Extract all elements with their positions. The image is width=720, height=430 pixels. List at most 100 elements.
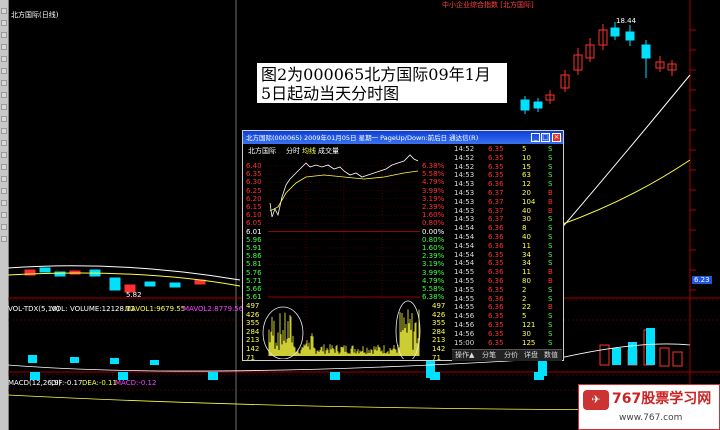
intraday-chart[interactable]: 北方国际 分时 均线 成交量 6.40 6.35 6.30 6.25 6.20 6.15 6… xyxy=(244,145,450,362)
volume-label: VOL: xyxy=(51,305,68,313)
trade-price: 6.35 xyxy=(488,162,504,171)
trade-time: 14:56 xyxy=(454,321,475,329)
trade-time: 14:54 xyxy=(454,241,475,250)
trade-direction: S xyxy=(548,180,553,189)
trade-direction: S xyxy=(548,321,553,329)
trade-row: 14:55 6.36 22 B xyxy=(452,303,562,312)
minimize-button[interactable]: _ xyxy=(531,133,540,142)
macd-dif-value: DIF:-0.17 xyxy=(51,379,83,387)
trade-direction: S xyxy=(548,338,553,347)
trade-price: 6.36 xyxy=(488,241,504,250)
trade-row: 14:55 6.36 2 S xyxy=(452,295,562,304)
trade-ticker-list[interactable]: 14:52 6.35 5 S 14:52 6.35 10 S 14:52 6.35 15 S 14:53… xyxy=(452,145,562,348)
trade-row: 14:52 6.35 15 S xyxy=(452,163,562,172)
trade-direction: S xyxy=(548,294,553,303)
trade-direction: B xyxy=(548,268,553,277)
volume-bar xyxy=(659,347,670,367)
stock-chart-window: 北方国际(日线) 中小企业综合指数 [北方国际] 18.44 5.82 6.23… xyxy=(0,0,720,430)
high-price-label: 18.44 xyxy=(616,17,637,25)
trade-direction: S xyxy=(548,250,553,259)
tab-price-breakdown[interactable]: 分价 xyxy=(504,351,518,360)
trade-time: 14:53 xyxy=(454,189,475,197)
trade-price: 6.36 xyxy=(488,268,504,277)
trade-volume: 34 xyxy=(522,250,531,259)
trade-direction: S xyxy=(548,285,553,294)
trade-volume: 30 xyxy=(522,329,531,338)
mavol1-value: MAVOL1:9679.55 xyxy=(125,305,186,313)
trade-row: 14:54 6.36 8 S xyxy=(452,224,562,233)
tab-details[interactable]: 详盘 xyxy=(524,351,538,360)
trade-volume: 2 xyxy=(522,285,527,294)
trade-volume: 63 xyxy=(522,171,531,180)
trade-time: 14:53 xyxy=(454,206,475,215)
intraday-popup-window[interactable]: 北方国际(000065) 2009年01月05日 星期一 PageUp/Down… xyxy=(242,130,564,362)
macd-value: MACD:-0.12 xyxy=(115,379,157,387)
trade-time: 14:52 xyxy=(454,162,475,171)
candle-body xyxy=(109,277,121,291)
macd-bar xyxy=(534,372,544,380)
maximize-button[interactable]: □ xyxy=(541,133,550,142)
trade-volume: 121 xyxy=(522,321,536,329)
trade-volume: 80 xyxy=(522,277,531,285)
trade-volume: 10 xyxy=(522,153,531,162)
trade-direction: S xyxy=(548,215,553,224)
trade-price: 6.37 xyxy=(488,206,504,215)
trade-row: 15:00 6.35 125 S xyxy=(452,339,562,348)
candle-body xyxy=(54,271,66,277)
trade-time: 14:55 xyxy=(454,285,475,294)
popup-title-bar[interactable]: 北方国际(000065) 2009年01月05日 星期一 PageUp/Down… xyxy=(243,131,563,144)
trade-row: 14:55 6.36 80 B xyxy=(452,277,562,286)
trade-price: 6.35 xyxy=(488,171,504,180)
trade-volume: 40 xyxy=(522,233,531,241)
popup-tab-bar: 操作▲ 分笔 分价 详盘 数值 xyxy=(452,349,562,361)
trade-volume: 11 xyxy=(522,241,531,250)
candle-body xyxy=(533,101,543,109)
trade-time: 14:52 xyxy=(454,153,475,162)
trade-price: 6.35 xyxy=(488,329,504,338)
trade-row: 14:56 6.35 30 S xyxy=(452,330,562,339)
trade-volume: 5 xyxy=(522,312,527,321)
trade-row: 14:54 6.36 11 S xyxy=(452,242,562,251)
candle-body xyxy=(520,99,530,111)
trade-direction: S xyxy=(548,233,553,241)
trade-volume: 11 xyxy=(522,268,531,277)
trade-row: 14:53 6.37 40 B xyxy=(452,207,562,216)
tab-values[interactable]: 数值 xyxy=(544,351,558,360)
close-button[interactable]: × xyxy=(552,133,561,142)
trade-price: 6.35 xyxy=(488,338,504,347)
candle-body xyxy=(610,27,620,37)
mavol2-value: MAVOL2:8779.56 xyxy=(183,305,244,313)
trade-volume: 20 xyxy=(522,189,531,197)
trade-price: 6.35 xyxy=(488,250,504,259)
trade-time: 14:53 xyxy=(454,197,475,206)
trade-row: 14:55 6.35 2 S xyxy=(452,286,562,295)
trade-price: 6.37 xyxy=(488,189,504,197)
site-watermark: ✈ 767股票学习网 www.767.com xyxy=(578,384,720,430)
trade-price: 6.35 xyxy=(488,259,504,268)
trade-price: 6.35 xyxy=(488,153,504,162)
trade-time: 14:54 xyxy=(454,233,475,241)
trade-price: 6.36 xyxy=(488,233,504,241)
trade-direction: S xyxy=(548,329,553,338)
current-price-tag: 6.23 xyxy=(692,276,712,284)
trade-volume: 40 xyxy=(522,206,531,215)
tab-ticks[interactable]: 分笔 xyxy=(482,351,496,360)
trade-direction: B xyxy=(548,197,553,206)
chart-top-legend: 中小企业综合指数 [北方国际] xyxy=(442,1,534,9)
macd-bar xyxy=(330,372,340,380)
watermark-text: 767股票学习网 xyxy=(612,391,712,407)
trade-direction: S xyxy=(548,171,553,180)
macd-bar xyxy=(430,372,440,380)
trade-price: 6.37 xyxy=(488,197,504,206)
trade-row: 14:54 6.35 34 S xyxy=(452,259,562,268)
trade-price: 6.35 xyxy=(488,321,504,329)
tab-operations[interactable]: 操作▲ xyxy=(455,351,474,360)
trade-time: 14:53 xyxy=(454,215,475,224)
trade-row: 14:55 6.36 11 B xyxy=(452,268,562,277)
trade-price: 6.36 xyxy=(488,303,504,312)
chart-title: 北方国际(日线) xyxy=(11,11,59,19)
trade-time: 14:56 xyxy=(454,312,475,321)
trade-price: 6.35 xyxy=(488,312,504,321)
trade-time: 14:54 xyxy=(454,259,475,268)
volume-bar xyxy=(612,348,621,365)
